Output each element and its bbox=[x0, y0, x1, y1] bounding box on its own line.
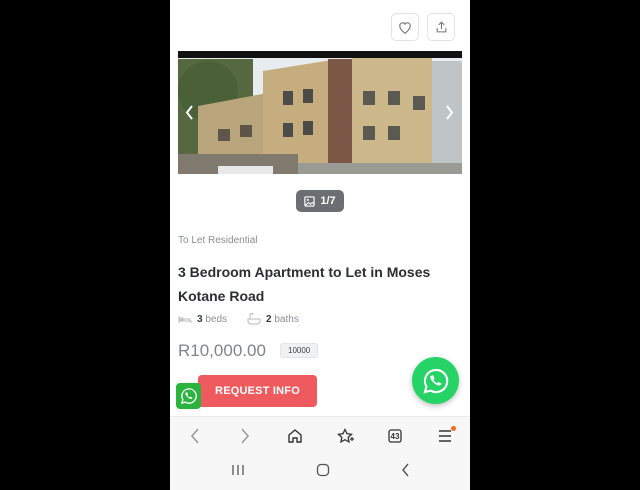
apartment-building-photo bbox=[178, 51, 462, 174]
listing-features: 3 beds 2 baths bbox=[178, 313, 299, 325]
baths-feature: 2 baths bbox=[247, 313, 299, 325]
listing-title: 3 Bedroom Apartment to Let in Moses Kota… bbox=[178, 264, 431, 304]
image-counter-text: 1/7 bbox=[320, 195, 336, 207]
browser-back-button[interactable] bbox=[180, 421, 210, 451]
recent-apps-button[interactable] bbox=[231, 463, 245, 481]
recent-apps-icon bbox=[231, 465, 244, 475]
gallery-next-button[interactable] bbox=[442, 103, 456, 121]
baths-count: 2 bbox=[266, 313, 272, 325]
beds-label: beds bbox=[205, 313, 228, 325]
home-circle-icon bbox=[316, 463, 329, 476]
star-add-icon bbox=[336, 428, 354, 444]
listing-photo[interactable] bbox=[178, 51, 462, 174]
chevron-left-icon bbox=[185, 104, 193, 120]
listing-price: R10,000.00 bbox=[178, 341, 266, 360]
bathtub-icon bbox=[247, 313, 261, 325]
share-button[interactable] bbox=[427, 13, 455, 41]
system-navigation-bar bbox=[170, 454, 470, 490]
tabs-count: 43 bbox=[390, 431, 400, 441]
hamburger-menu-icon bbox=[439, 430, 451, 442]
phone-screen: 1/7 To Let Residential 3 Bedroom Apartme… bbox=[170, 0, 470, 490]
back-system-button[interactable] bbox=[401, 463, 410, 482]
home-icon bbox=[288, 429, 302, 443]
gallery-icon bbox=[304, 195, 316, 207]
browser-bookmarks-button[interactable] bbox=[330, 421, 360, 451]
whatsapp-float-button[interactable] bbox=[412, 357, 459, 404]
whatsapp-small-button[interactable] bbox=[176, 383, 201, 409]
notification-dot bbox=[451, 426, 456, 431]
chevron-left-icon bbox=[191, 428, 199, 444]
back-chevron-icon bbox=[401, 463, 409, 476]
chevron-right-icon bbox=[445, 104, 453, 120]
bed-icon bbox=[178, 315, 192, 323]
beds-count: 3 bbox=[197, 313, 203, 325]
whatsapp-icon bbox=[422, 368, 448, 394]
beds-feature: 3 beds bbox=[178, 314, 227, 325]
heart-icon bbox=[399, 21, 411, 34]
price-badge: 10000 bbox=[280, 343, 319, 358]
home-system-button[interactable] bbox=[316, 463, 330, 482]
browser-home-button[interactable] bbox=[280, 421, 310, 451]
gallery-top-edge bbox=[178, 51, 462, 58]
whatsapp-icon bbox=[180, 388, 197, 405]
chevron-right-icon bbox=[241, 428, 249, 444]
gallery-prev-button[interactable] bbox=[182, 103, 196, 121]
share-icon bbox=[436, 21, 446, 33]
browser-toolbar: 43 bbox=[170, 416, 470, 455]
listing-category[interactable]: To Let Residential bbox=[178, 235, 258, 246]
browser-menu-button[interactable] bbox=[430, 421, 460, 451]
browser-tabs-button[interactable]: 43 bbox=[380, 421, 410, 451]
request-info-button[interactable]: REQUEST INFO bbox=[198, 375, 317, 407]
browser-forward-button[interactable] bbox=[230, 421, 260, 451]
baths-label: baths bbox=[274, 313, 299, 325]
favorite-button[interactable] bbox=[391, 13, 419, 41]
image-counter[interactable]: 1/7 bbox=[296, 190, 344, 212]
